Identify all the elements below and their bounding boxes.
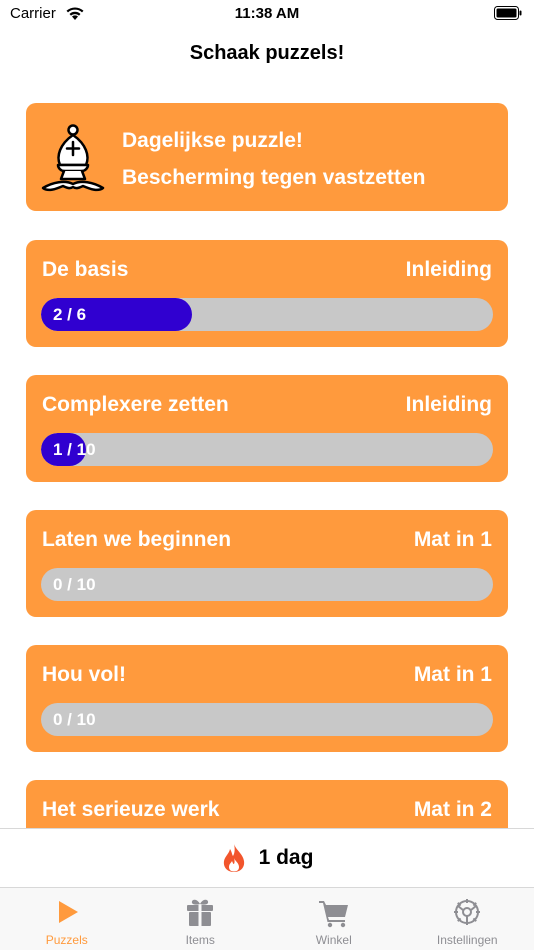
- gift-icon: [187, 899, 214, 926]
- flame-icon: [223, 844, 244, 872]
- bishop-icon: [41, 124, 105, 192]
- course-category: Inleiding: [405, 393, 492, 416]
- course-category: Mat in 2: [413, 798, 492, 821]
- progress-track: 0 / 10: [41, 703, 493, 736]
- course-title: Complexere zetten: [42, 393, 229, 416]
- tab-label: Instellingen: [436, 933, 498, 947]
- cart-icon: [318, 901, 348, 928]
- progress-track: 2 / 6: [41, 298, 493, 331]
- bottom-area: 1 dag Puzzels Items Winkel Instellingen: [0, 828, 534, 950]
- course-category: Mat in 1: [413, 663, 492, 686]
- page-title: Schaak puzzels!: [189, 42, 345, 64]
- course-card[interactable]: De basis Inleiding 2 / 6: [26, 240, 508, 347]
- course-card[interactable]: Hou vol! Mat in 1 0 / 10: [26, 645, 508, 752]
- course-card[interactable]: Laten we beginnen Mat in 1 0 / 10: [26, 510, 508, 617]
- tab-instellingen[interactable]: Instellingen: [401, 888, 534, 950]
- course-category: Mat in 1: [413, 528, 492, 551]
- course-title: Laten we beginnen: [42, 528, 232, 551]
- progress-label: 0 / 10: [53, 575, 96, 594]
- status-bar: Carrier 11:38 AM: [0, 0, 534, 30]
- tab-label: Winkel: [315, 933, 352, 947]
- progress-track: 1 / 10: [41, 433, 493, 466]
- play-icon: [58, 901, 78, 923]
- course-card[interactable]: Complexere zetten Inleiding 1 / 10: [26, 375, 508, 482]
- battery-icon: [494, 6, 522, 20]
- tab-label: Items: [185, 933, 215, 947]
- streak-indicator: 1 dag: [0, 842, 534, 874]
- course-title: Hou vol!: [42, 663, 126, 686]
- tab-items[interactable]: Items: [134, 888, 268, 950]
- daily-puzzle-card[interactable]: Dagelijkse puzzle! Bescherming tegen vas…: [26, 103, 508, 211]
- progress-label: 0 / 10: [53, 710, 96, 729]
- progress-label: 2 / 6: [53, 305, 87, 324]
- streak-label: 1 dag: [258, 846, 314, 869]
- progress-track: 0 / 10: [41, 568, 493, 601]
- daily-puzzle-title: Dagelijkse puzzle!: [122, 129, 303, 152]
- tab-puzzels[interactable]: Puzzels: [0, 888, 134, 950]
- tab-winkel[interactable]: Winkel: [267, 888, 401, 950]
- course-title: De basis: [42, 258, 129, 281]
- progress-label: 1 / 10: [53, 440, 96, 459]
- tab-label: Puzzels: [45, 933, 88, 947]
- clock: 11:38 AM: [234, 5, 300, 22]
- gear-icon: [454, 899, 481, 925]
- tab-bar: Puzzels Items Winkel Instellingen: [0, 887, 534, 950]
- course-category: Inleiding: [405, 258, 492, 281]
- daily-puzzle-subtitle: Bescherming tegen vastzetten: [122, 166, 426, 189]
- course-title: Het serieuze werk: [42, 798, 220, 821]
